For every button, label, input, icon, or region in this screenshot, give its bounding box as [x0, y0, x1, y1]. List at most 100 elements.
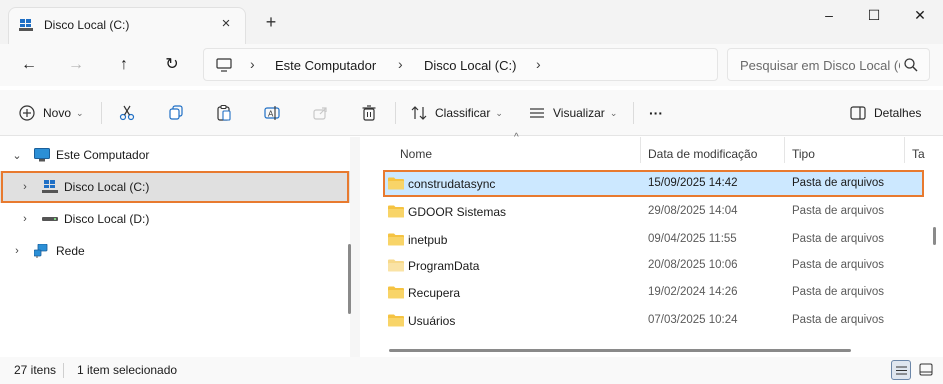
file-date: 09/04/2025 11:55 — [648, 233, 737, 245]
minimize-button[interactable]: – — [806, 0, 852, 32]
details-label: Detalhes — [874, 106, 922, 120]
view-label: Visualizar — [553, 106, 605, 120]
nav-scrollbar-track[interactable] — [350, 137, 360, 357]
delete-button[interactable] — [360, 100, 385, 126]
file-row[interactable]: inetpub 09/04/2025 11:55 Pasta de arquiv… — [384, 227, 922, 253]
breadcrumb-separator[interactable]: › — [536, 56, 541, 72]
tiles-view-icon — [919, 363, 933, 376]
breadcrumb-este-computador[interactable]: Este Computador — [275, 58, 376, 73]
refresh-button[interactable]: ↻ — [158, 52, 186, 78]
up-button[interactable]: ↑ — [110, 52, 138, 78]
share-button[interactable] — [312, 100, 337, 126]
more-options-button[interactable]: ··· — [649, 100, 663, 126]
file-date: 20/08/2025 10:06 — [648, 259, 738, 271]
chevron-down-icon: ⌄ — [76, 107, 84, 118]
file-type: Pasta de arquivos — [792, 259, 885, 271]
cut-button[interactable] — [118, 100, 143, 126]
title-bar: Disco Local (C:) × + – ☐ ✕ — [0, 0, 943, 44]
breadcrumb-separator: › — [250, 56, 255, 72]
chevron-down-icon[interactable]: ⌄ — [10, 149, 24, 162]
file-type: Pasta de arquivos — [792, 286, 885, 298]
view-lines-icon — [530, 108, 544, 118]
sort-icon — [411, 106, 427, 120]
new-tab-button[interactable]: + — [260, 12, 282, 34]
divider — [633, 102, 634, 124]
column-header-data[interactable]: Data de modificação — [648, 142, 757, 168]
selection-count: 1 item selecionado — [77, 363, 178, 377]
monitor-icon — [216, 58, 232, 72]
folder-icon — [388, 314, 404, 327]
nav-item-disco-local-d[interactable]: › Disco Local (D:) — [0, 203, 350, 235]
file-name: Recupera — [408, 286, 461, 300]
nav-scrollbar-thumb[interactable] — [348, 244, 351, 314]
maximize-button[interactable]: ☐ — [851, 0, 897, 32]
column-header-tamanho[interactable]: Ta — [912, 142, 925, 168]
nav-item-rede[interactable]: › Rede — [0, 235, 350, 267]
folder-icon — [388, 233, 404, 246]
back-button[interactable]: ← — [15, 52, 43, 78]
chevron-right-icon[interactable]: › — [10, 245, 24, 257]
close-tab-icon[interactable]: × — [217, 15, 235, 33]
address-row: ← → ↑ ↻ › Este Computador › Disco Local … — [0, 44, 943, 86]
file-date: 29/08/2025 14:04 — [648, 205, 738, 217]
file-row[interactable]: Usuários 07/03/2025 10:24 Pasta de arqui… — [384, 308, 922, 334]
nav-label: Este Computador — [56, 148, 150, 162]
network-icon — [34, 244, 48, 258]
copy-icon — [169, 105, 183, 120]
sort-button[interactable]: Classificar ⌄ — [410, 100, 503, 126]
copy-button[interactable] — [167, 100, 192, 126]
nav-item-este-computador[interactable]: ⌄ Este Computador — [0, 139, 350, 171]
list-view-icon — [896, 366, 907, 375]
vertical-scrollbar-thumb[interactable] — [933, 227, 936, 245]
folder-icon — [388, 205, 404, 218]
file-type: Pasta de arquivos — [792, 314, 885, 326]
folder-icon — [388, 286, 404, 299]
file-date: 19/02/2024 14:26 — [648, 286, 738, 298]
paste-button[interactable] — [215, 100, 240, 126]
chevron-down-icon: ⌄ — [609, 107, 618, 118]
breadcrumb-disco-local-c[interactable]: Disco Local (C:) — [424, 58, 516, 73]
file-row[interactable]: GDOOR Sistemas 29/08/2025 14:04 Pasta de… — [384, 199, 922, 225]
tab-title: Disco Local (C:) — [44, 18, 130, 32]
windows-drive-icon — [19, 19, 33, 31]
horizontal-scrollbar-thumb[interactable] — [389, 349, 851, 352]
column-header-nome[interactable]: Nome — [400, 142, 432, 168]
details-button[interactable]: Detalhes — [849, 100, 921, 126]
details-pane-icon — [850, 106, 866, 120]
share-icon — [313, 107, 327, 120]
divider — [63, 363, 64, 378]
status-bar: 27 itens 1 item selecionado — [0, 357, 943, 384]
item-count: 27 itens — [14, 363, 57, 377]
search-box[interactable] — [727, 48, 930, 81]
forward-button[interactable]: → — [62, 52, 90, 78]
highlight-outline — [1, 171, 349, 203]
address-bar[interactable]: › Este Computador › Disco Local (C:) › — [203, 48, 718, 81]
close-window-button[interactable]: ✕ — [897, 0, 943, 32]
clipboard-icon — [217, 104, 231, 121]
tiles-view-button[interactable] — [916, 360, 936, 380]
file-row[interactable]: Recupera 19/02/2024 14:26 Pasta de arqui… — [384, 280, 922, 306]
svg-text:A: A — [268, 110, 274, 119]
rename-button[interactable]: A — [263, 100, 288, 126]
new-button[interactable]: Novo ⌄ — [18, 100, 84, 126]
trash-icon — [362, 105, 376, 121]
view-button[interactable]: Visualizar ⌄ — [528, 100, 617, 126]
search-input[interactable] — [740, 56, 900, 74]
tab-disco-local-c[interactable]: Disco Local (C:) × — [8, 7, 246, 44]
file-row[interactable]: ProgramData 20/08/2025 10:06 Pasta de ar… — [384, 253, 922, 279]
sort-label: Classificar — [435, 106, 491, 120]
chevron-down-icon: ⌄ — [495, 107, 503, 118]
column-divider[interactable] — [904, 137, 905, 163]
column-header-tipo[interactable]: Tipo — [792, 142, 815, 168]
column-divider[interactable] — [640, 137, 641, 163]
file-type: Pasta de arquivos — [792, 233, 885, 245]
search-icon — [904, 58, 918, 72]
nav-label: Disco Local (D:) — [64, 212, 150, 226]
folder-icon — [388, 259, 404, 272]
details-view-button[interactable] — [891, 360, 911, 380]
column-divider[interactable] — [784, 137, 785, 163]
highlight-outline — [383, 170, 924, 197]
chevron-right-icon[interactable]: › — [18, 213, 32, 225]
divider — [395, 102, 396, 124]
rename-icon: A — [264, 106, 280, 120]
